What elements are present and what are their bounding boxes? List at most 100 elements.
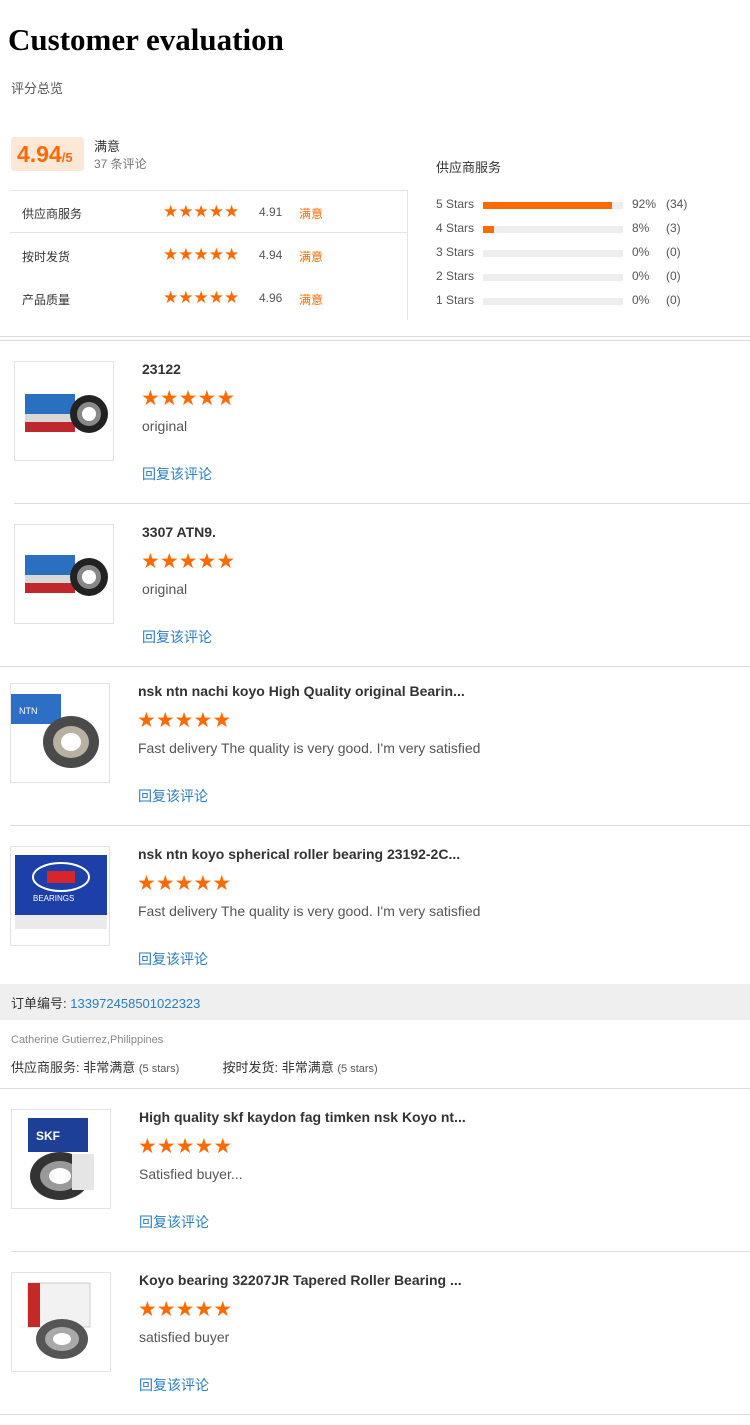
distribution-bar xyxy=(483,226,623,233)
review-count: 37 条评论 xyxy=(94,157,147,171)
service-value: 非常满意 xyxy=(83,1060,136,1075)
overall-mood: 满意 xyxy=(94,139,121,154)
star-icon: ★ xyxy=(224,245,240,264)
distribution-row: 4 Stars 8% (3) xyxy=(436,221,716,237)
rating-label: 产品质量 xyxy=(22,293,71,307)
rating-score: 4.94 xyxy=(259,248,283,262)
star-icon: ★ xyxy=(193,202,209,221)
review-product-title[interactable]: 3307 ATN9. xyxy=(142,524,216,540)
buyer-name: Catherine Gutierrez,Philippines xyxy=(11,1034,164,1046)
order-number-link[interactable]: 133972458501022323 xyxy=(70,996,200,1011)
star-rating: ★★★★★ xyxy=(137,873,231,895)
review-product-title[interactable]: nsk ntn nachi koyo High Quality original… xyxy=(138,683,465,699)
distribution-percent: 0% xyxy=(632,293,650,307)
star-icon: ★ xyxy=(212,872,232,895)
page-title: Customer evaluation xyxy=(8,22,284,57)
rating-row: 按时发货 ★★★★★ 4.94 满意 xyxy=(10,234,408,276)
star-icon: ★ xyxy=(216,387,236,410)
skf-box-bearing-image: SKF xyxy=(28,1118,94,1200)
distribution-bar-fill xyxy=(483,202,612,209)
star-icon: ★ xyxy=(193,709,213,732)
rating-mood: 满意 xyxy=(299,250,324,264)
reply-link[interactable]: 回复该评论 xyxy=(138,786,208,806)
distribution-bar xyxy=(483,274,623,281)
star-icon: ★ xyxy=(155,872,175,895)
order-info-bar: 订单编号: 133972458501022323 xyxy=(0,984,750,1020)
review-text: Satisfied buyer... xyxy=(139,1166,243,1182)
star-rating: ★★★★★ xyxy=(141,551,235,573)
star-icon: ★ xyxy=(163,245,179,264)
star-icon: ★ xyxy=(193,245,209,264)
star-rating: ★★★★★ xyxy=(138,1299,232,1321)
distribution-label: 4 Stars xyxy=(436,221,475,235)
distribution-count: (3) xyxy=(666,221,681,235)
distribution-count: (0) xyxy=(666,269,681,283)
star-icon: ★ xyxy=(163,202,179,221)
rating-overview-label: 评分总览 xyxy=(11,81,64,96)
reply-link[interactable]: 回复该评论 xyxy=(142,627,212,647)
star-icon: ★ xyxy=(208,202,224,221)
review-product-title[interactable]: Koyo bearing 32207JR Tapered Roller Bear… xyxy=(139,1272,462,1288)
svg-text:NTN: NTN xyxy=(19,706,38,716)
review-item: 23122 ★★★★★ original 回复该评论 xyxy=(0,340,750,502)
star-icon: ★ xyxy=(156,1135,176,1158)
star-icon: ★ xyxy=(175,1135,195,1158)
star-icon: ★ xyxy=(178,202,194,221)
star-icon: ★ xyxy=(208,288,224,307)
review-item: Koyo bearing 32207JR Tapered Roller Bear… xyxy=(0,1251,750,1413)
reply-link[interactable]: 回复该评论 xyxy=(139,1212,209,1232)
star-icon: ★ xyxy=(197,550,217,573)
product-thumbnail[interactable]: BEARINGS xyxy=(10,846,110,946)
review-item: NTN nsk ntn nachi koyo High Quality orig… xyxy=(0,666,750,828)
ntn-roller-bearing-image: NTN xyxy=(11,694,99,768)
rating-label: 供应商服务 xyxy=(22,207,83,221)
distribution-row: 2 Stars 0% (0) xyxy=(436,269,716,285)
koyo-tapered-bearing-image xyxy=(27,1282,91,1359)
distribution-label: 5 Stars xyxy=(436,197,475,211)
rating-mood: 满意 xyxy=(299,207,324,221)
distribution-percent: 92% xyxy=(632,197,657,211)
review-text: original xyxy=(142,418,188,434)
star-icon: ★ xyxy=(163,288,179,307)
distribution-bar xyxy=(483,250,623,257)
review-item: BEARINGS nsk ntn koyo spherical roller b… xyxy=(0,825,750,987)
distribution-count: (34) xyxy=(666,197,688,211)
rating-row: 供应商服务 ★★★★★ 4.91 满意 xyxy=(10,191,408,233)
distribution-title: 供应商服务 xyxy=(436,160,502,175)
review-product-title[interactable]: nsk ntn koyo spherical roller bearing 23… xyxy=(138,846,460,862)
service-label: 供应商服务: xyxy=(11,1060,80,1075)
order-number-label: 订单编号: xyxy=(11,996,67,1011)
review-product-title[interactable]: High quality skf kaydon fag timken nsk K… xyxy=(139,1109,466,1125)
star-icon: ★ xyxy=(138,1135,157,1158)
reply-link[interactable]: 回复该评论 xyxy=(138,949,208,969)
overall-score-suffix: /5 xyxy=(61,150,73,165)
distribution-bar xyxy=(483,202,623,209)
product-thumbnail[interactable]: NTN xyxy=(10,683,110,783)
star-rating: ★★★★★ xyxy=(141,388,235,410)
divider xyxy=(0,336,750,337)
distribution-percent: 0% xyxy=(632,245,650,259)
reply-link[interactable]: 回复该评论 xyxy=(142,464,212,484)
review-item: SKF High quality skf kaydon fag timken n… xyxy=(0,1088,750,1250)
star-icon: ★ xyxy=(197,387,217,410)
review-product-title[interactable]: 23122 xyxy=(142,361,181,377)
star-icon: ★ xyxy=(155,709,175,732)
distribution-row: 5 Stars 92% (34) xyxy=(436,197,716,213)
review-text: satisfied buyer xyxy=(139,1329,230,1345)
star-icon: ★ xyxy=(224,288,240,307)
review-text: Fast delivery The quality is very good. … xyxy=(138,903,481,919)
overall-score-badge: 4.94/5 xyxy=(11,137,84,171)
star-icon: ★ xyxy=(213,1298,233,1321)
product-thumbnail[interactable] xyxy=(14,361,114,461)
star-icon: ★ xyxy=(156,1298,176,1321)
divider xyxy=(0,1414,750,1415)
star-icon: ★ xyxy=(159,387,179,410)
reply-link[interactable]: 回复该评论 xyxy=(139,1375,209,1395)
star-icon: ★ xyxy=(175,1298,195,1321)
review-text: Fast delivery The quality is very good. … xyxy=(138,740,481,756)
star-rating: ★★★★★ xyxy=(163,246,239,265)
star-icon: ★ xyxy=(178,288,194,307)
product-thumbnail[interactable]: SKF xyxy=(11,1109,111,1209)
product-thumbnail[interactable] xyxy=(14,524,114,624)
product-thumbnail[interactable] xyxy=(11,1272,111,1372)
